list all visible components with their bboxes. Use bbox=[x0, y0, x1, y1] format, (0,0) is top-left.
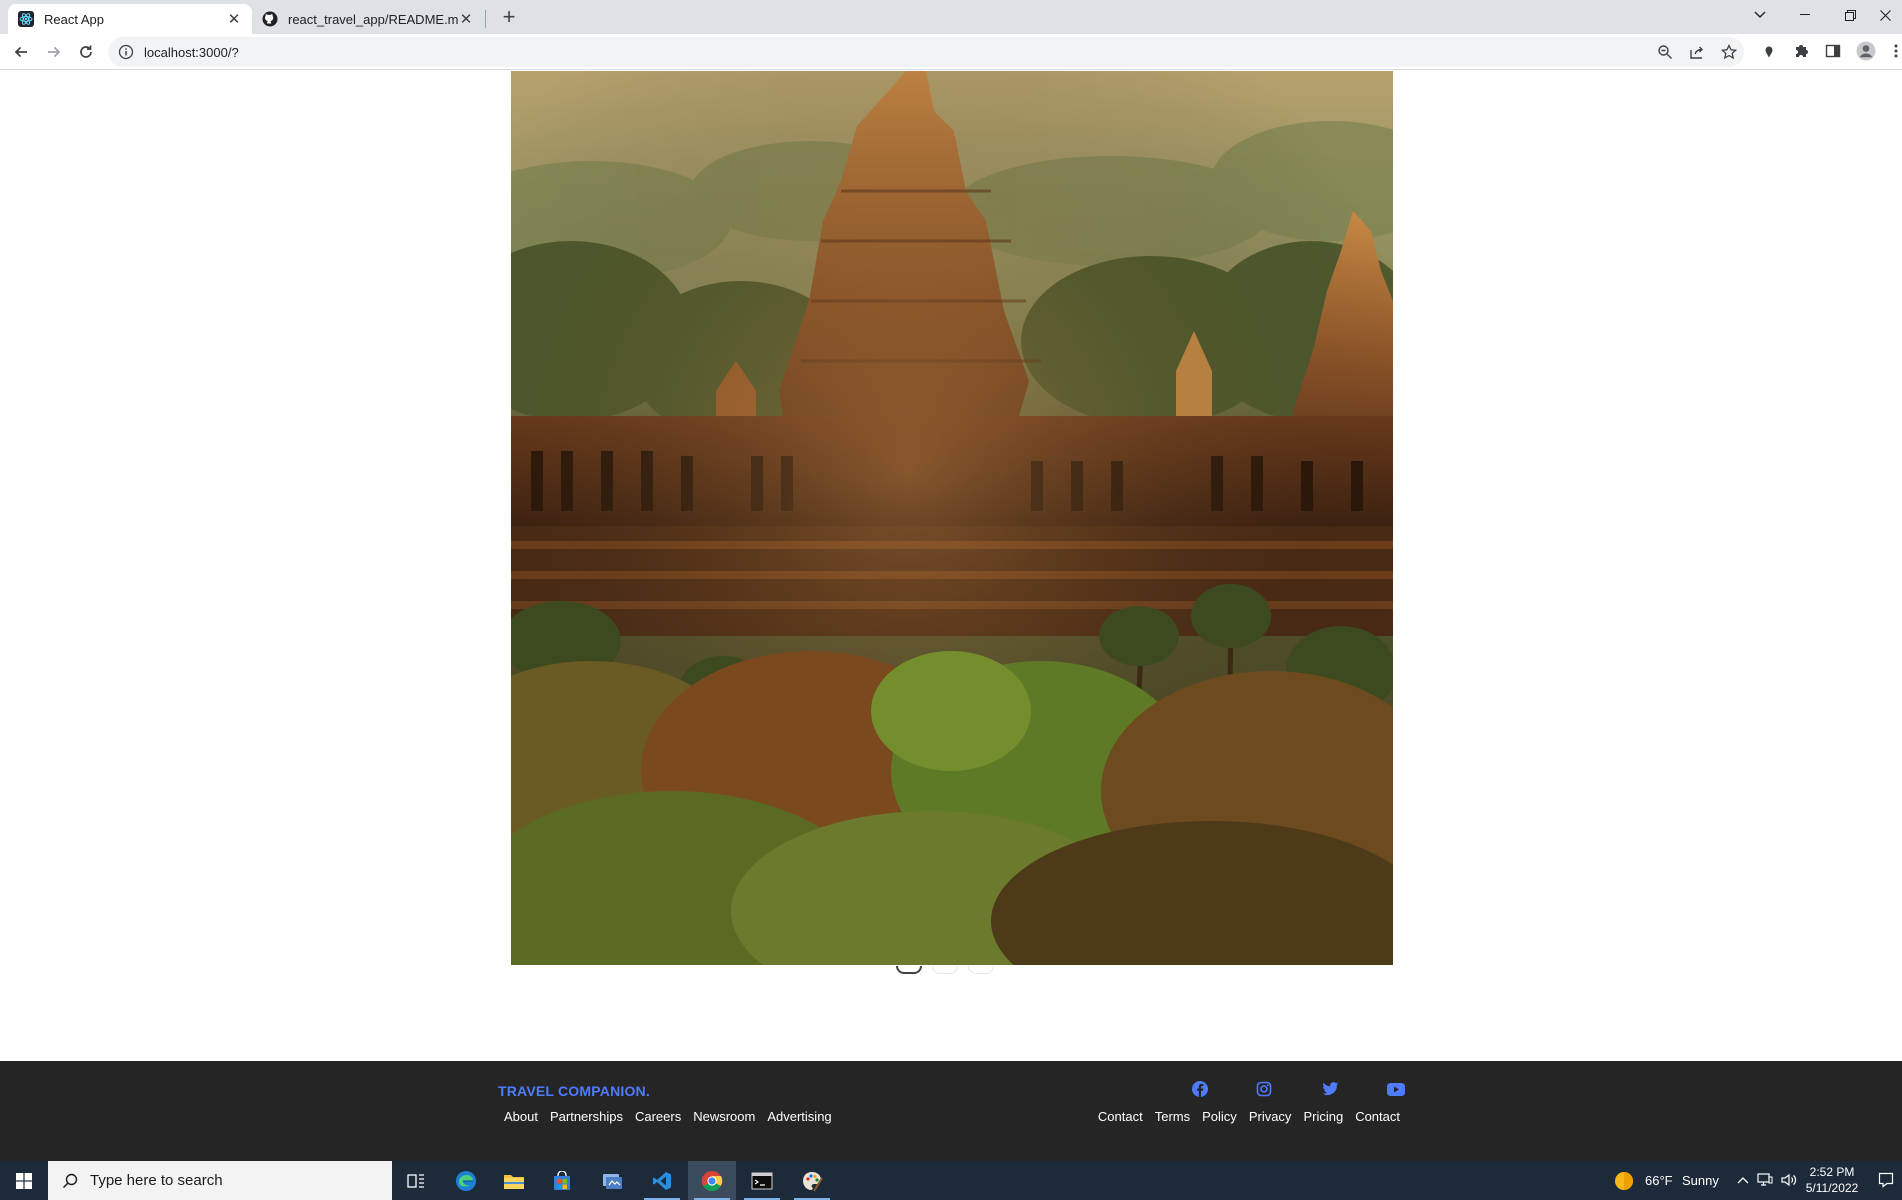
zoom-icon[interactable] bbox=[1656, 43, 1674, 61]
minimize-icon[interactable] bbox=[1785, 0, 1825, 30]
address-bar[interactable]: localhost:3000/? bbox=[108, 37, 1744, 67]
close-tab-icon[interactable]: ✕ bbox=[458, 11, 474, 28]
app-icon[interactable] bbox=[588, 1161, 636, 1200]
search-placeholder: Type here to search bbox=[90, 1172, 223, 1189]
instagram-icon[interactable] bbox=[1254, 1079, 1274, 1099]
reload-icon[interactable] bbox=[71, 37, 101, 67]
footer-brand[interactable]: TRAVEL COMPANION. bbox=[498, 1083, 650, 1099]
site-info-icon[interactable] bbox=[118, 44, 134, 60]
footer-link-pricing[interactable]: Pricing bbox=[1303, 1109, 1343, 1124]
footer-links-right: Contact Terms Policy Privacy Pricing Con… bbox=[1098, 1109, 1400, 1124]
task-view-icon[interactable] bbox=[392, 1161, 440, 1200]
facebook-icon[interactable] bbox=[1190, 1079, 1210, 1099]
footer-social-icons bbox=[1190, 1079, 1410, 1099]
browser-toolbar: localhost:3000/? bbox=[0, 34, 1902, 70]
weather-sun-icon[interactable] bbox=[1614, 1171, 1634, 1191]
github-favicon bbox=[262, 11, 278, 27]
footer-link-newsroom[interactable]: Newsroom bbox=[693, 1109, 755, 1124]
side-panel-icon[interactable] bbox=[1824, 42, 1842, 60]
taskbar-search-input[interactable]: Type here to search bbox=[48, 1161, 392, 1200]
volume-icon[interactable] bbox=[1781, 1172, 1797, 1188]
search-icon bbox=[62, 1173, 78, 1189]
footer-link-careers[interactable]: Careers bbox=[635, 1109, 681, 1124]
url-text: localhost:3000/? bbox=[144, 44, 239, 60]
share-icon[interactable] bbox=[1688, 43, 1706, 61]
tray-chevron-up-icon[interactable] bbox=[1735, 1172, 1751, 1188]
map-pin-extension-icon[interactable] bbox=[1760, 42, 1778, 60]
footer-link-partnerships[interactable]: Partnerships bbox=[550, 1109, 623, 1124]
forward-arrow-icon[interactable] bbox=[39, 37, 69, 67]
tab-title: React App bbox=[44, 11, 104, 27]
tab-react-app[interactable]: React App ✕ bbox=[8, 4, 252, 34]
terminal-icon[interactable] bbox=[738, 1161, 786, 1200]
profile-avatar-icon[interactable] bbox=[1856, 41, 1876, 61]
footer-link-advertising[interactable]: Advertising bbox=[767, 1109, 831, 1124]
edge-icon[interactable] bbox=[442, 1161, 490, 1200]
chrome-icon[interactable] bbox=[688, 1161, 736, 1200]
footer-link-contact[interactable]: Contact bbox=[1098, 1109, 1143, 1124]
twitter-icon[interactable] bbox=[1320, 1079, 1340, 1099]
tab-title: react_travel_app/README.md at bbox=[288, 11, 458, 27]
hero-carousel-image bbox=[511, 71, 1393, 965]
close-tab-icon[interactable]: ✕ bbox=[226, 11, 242, 28]
store-icon[interactable] bbox=[538, 1161, 586, 1200]
browser-menu-icon[interactable] bbox=[1890, 42, 1902, 60]
footer-link-privacy[interactable]: Privacy bbox=[1249, 1109, 1292, 1124]
footer-link-about[interactable]: About bbox=[504, 1109, 538, 1124]
network-icon[interactable] bbox=[1757, 1172, 1773, 1188]
paint-icon[interactable] bbox=[788, 1161, 836, 1200]
carousel-indicators bbox=[896, 966, 994, 974]
close-window-icon[interactable] bbox=[1868, 0, 1902, 30]
react-favicon bbox=[18, 11, 34, 27]
weather-temperature[interactable]: 66°F bbox=[1645, 1173, 1673, 1188]
tab-github-readme[interactable]: react_travel_app/README.md at ✕ bbox=[252, 4, 484, 34]
footer-links-left: About Partnerships Careers Newsroom Adve… bbox=[504, 1109, 832, 1124]
plus-icon[interactable]: + bbox=[498, 4, 520, 29]
clock-time: 2:52 PM bbox=[1809, 1165, 1855, 1179]
taskbar-clock[interactable]: 2:52 PM 5/11/2022 bbox=[1802, 1164, 1862, 1196]
carousel-dot[interactable] bbox=[968, 966, 994, 974]
youtube-icon[interactable] bbox=[1386, 1079, 1406, 1099]
extensions-puzzle-icon[interactable] bbox=[1792, 42, 1810, 60]
carousel-dot[interactable] bbox=[932, 966, 958, 974]
carousel-dot[interactable] bbox=[896, 966, 922, 974]
bookmark-star-icon[interactable] bbox=[1720, 43, 1738, 61]
temple-landscape-photo bbox=[511, 71, 1393, 965]
vscode-icon[interactable] bbox=[638, 1161, 686, 1200]
back-arrow-icon[interactable] bbox=[6, 37, 36, 67]
tab-search-chevron-icon[interactable] bbox=[1740, 0, 1780, 30]
footer-link-contact-2[interactable]: Contact bbox=[1355, 1109, 1400, 1124]
tab-divider bbox=[485, 10, 486, 28]
clock-date: 5/11/2022 bbox=[1805, 1181, 1859, 1195]
weather-condition[interactable]: Sunny bbox=[1682, 1173, 1719, 1188]
footer-link-terms[interactable]: Terms bbox=[1155, 1109, 1190, 1124]
footer-link-policy[interactable]: Policy bbox=[1202, 1109, 1237, 1124]
windows-start-icon[interactable] bbox=[0, 1161, 48, 1200]
notification-icon[interactable] bbox=[1878, 1172, 1894, 1188]
page-viewport: TRAVEL COMPANION. About Partnerships Car… bbox=[0, 71, 1902, 1161]
windows-taskbar: Type here to search 66°F Sunny 2:52 PM 5… bbox=[0, 1161, 1902, 1200]
restore-icon[interactable] bbox=[1830, 0, 1870, 30]
browser-tab-strip: React App ✕ react_travel_app/README.md a… bbox=[0, 0, 1902, 34]
file-explorer-icon[interactable] bbox=[490, 1161, 538, 1200]
site-footer: TRAVEL COMPANION. About Partnerships Car… bbox=[0, 1061, 1902, 1161]
